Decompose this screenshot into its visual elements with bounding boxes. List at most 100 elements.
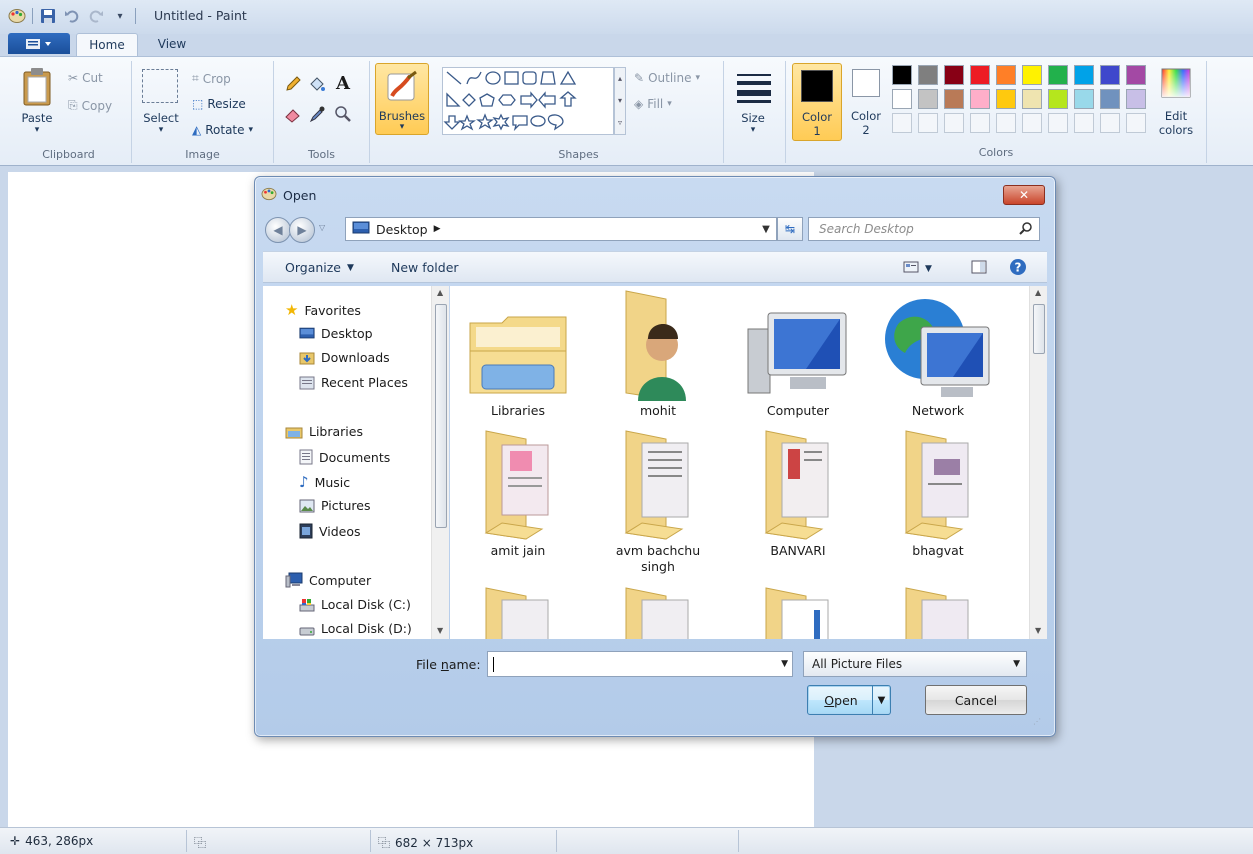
list-item[interactable]: Computer bbox=[742, 286, 854, 419]
nav-recent-places[interactable]: Recent Places bbox=[299, 375, 408, 390]
paint-menu-button[interactable] bbox=[8, 33, 70, 54]
custom-color-slot[interactable] bbox=[892, 113, 912, 133]
custom-color-slot[interactable] bbox=[996, 113, 1016, 133]
nav-videos[interactable]: Videos bbox=[299, 523, 361, 539]
tab-view[interactable]: View bbox=[146, 33, 198, 57]
scrollbar-thumb[interactable] bbox=[1033, 304, 1045, 354]
paste-dropdown-icon[interactable]: ▾ bbox=[32, 125, 42, 135]
cut-button[interactable]: ✂ Cut bbox=[68, 71, 103, 85]
list-item[interactable]: amit jain bbox=[462, 426, 574, 559]
color-swatch[interactable] bbox=[970, 89, 990, 109]
color-swatch[interactable] bbox=[944, 65, 964, 85]
nav-music[interactable]: ♪ Music bbox=[299, 473, 350, 491]
color-swatch[interactable] bbox=[1074, 89, 1094, 109]
address-bar[interactable]: Desktop ▶ bbox=[345, 217, 777, 241]
nav-favorites[interactable]: ★ Favorites bbox=[285, 301, 361, 319]
paste-button[interactable]: Paste bbox=[14, 111, 60, 125]
line-size-icon[interactable] bbox=[734, 69, 774, 105]
text-tool-icon[interactable]: A bbox=[332, 71, 354, 95]
list-item[interactable] bbox=[742, 586, 854, 639]
recent-locations-dropdown-icon[interactable]: ▽ bbox=[319, 223, 325, 232]
custom-color-slot[interactable] bbox=[970, 113, 990, 133]
select-dropdown-icon[interactable]: ▾ bbox=[156, 125, 166, 135]
list-item[interactable] bbox=[462, 586, 574, 639]
scrollbar-thumb[interactable] bbox=[435, 304, 447, 528]
color-picker-icon[interactable] bbox=[306, 103, 328, 125]
custom-color-slot[interactable] bbox=[1048, 113, 1068, 133]
list-item[interactable]: mohit bbox=[602, 286, 714, 419]
color-swatch[interactable] bbox=[1022, 65, 1042, 85]
new-folder-button[interactable]: New folder bbox=[391, 260, 459, 275]
color-swatch[interactable] bbox=[1074, 65, 1094, 85]
custom-color-slot[interactable] bbox=[1074, 113, 1094, 133]
select-icon[interactable] bbox=[142, 69, 178, 103]
nav-libraries[interactable]: Libraries bbox=[285, 424, 363, 439]
search-input[interactable]: Search Desktop bbox=[808, 217, 1040, 241]
scroll-down-icon[interactable]: ▼ bbox=[1035, 626, 1041, 635]
refresh-button[interactable]: ↹ bbox=[777, 217, 803, 241]
close-button[interactable]: ✕ bbox=[1003, 185, 1045, 205]
custom-color-slot[interactable] bbox=[944, 113, 964, 133]
breadcrumb-chevron-icon[interactable]: ▶ bbox=[434, 224, 441, 234]
color-swatch[interactable] bbox=[1126, 65, 1146, 85]
file-type-select[interactable]: All Picture Files ▼ bbox=[803, 651, 1027, 677]
select-button[interactable]: Select bbox=[138, 111, 184, 125]
pencil-icon[interactable] bbox=[282, 73, 304, 95]
color-swatch[interactable] bbox=[1100, 89, 1120, 109]
color-swatch[interactable] bbox=[918, 65, 938, 85]
scroll-up-icon[interactable]: ▲ bbox=[1035, 288, 1041, 297]
cancel-button[interactable]: Cancel bbox=[925, 685, 1027, 715]
color-swatch[interactable] bbox=[918, 89, 938, 109]
file-list-scrollbar[interactable]: ▲ ▼ bbox=[1029, 286, 1047, 639]
brushes-button[interactable]: Brushes ▾ bbox=[375, 63, 429, 135]
redo-icon[interactable] bbox=[87, 7, 105, 25]
color-swatch[interactable] bbox=[1100, 65, 1120, 85]
list-item[interactable] bbox=[602, 586, 714, 639]
address-dropdown-icon[interactable]: ▼ bbox=[755, 217, 777, 241]
magnifier-icon[interactable] bbox=[332, 103, 354, 125]
shapes-gallery[interactable] bbox=[442, 67, 614, 135]
forward-button[interactable]: ▶ bbox=[289, 217, 315, 243]
copy-button[interactable]: ⎘ Copy bbox=[68, 98, 112, 113]
undo-icon[interactable] bbox=[63, 7, 81, 25]
color-swatch[interactable] bbox=[1048, 89, 1068, 109]
tab-home[interactable]: Home bbox=[76, 33, 138, 57]
list-item[interactable]: avm bachchu singh bbox=[602, 426, 714, 575]
eraser-icon[interactable] bbox=[282, 103, 304, 125]
list-item[interactable]: Network bbox=[882, 286, 994, 419]
color-swatch[interactable] bbox=[970, 65, 990, 85]
organize-button[interactable]: Organize ▼ bbox=[285, 260, 354, 275]
edit-colors-button[interactable]: Edit colors bbox=[1154, 63, 1198, 143]
custom-color-slot[interactable] bbox=[1100, 113, 1120, 133]
list-item[interactable]: BANVARI bbox=[742, 426, 854, 559]
custom-color-slot[interactable] bbox=[918, 113, 938, 133]
color-swatch[interactable] bbox=[944, 89, 964, 109]
nav-desktop[interactable]: Desktop bbox=[299, 326, 373, 341]
paint-app-icon[interactable] bbox=[8, 7, 26, 25]
color-swatch[interactable] bbox=[1048, 65, 1068, 85]
help-button[interactable]: ? bbox=[1009, 258, 1027, 276]
customize-qat-icon[interactable]: ▾ bbox=[111, 7, 129, 25]
color2-button[interactable]: Color 2 bbox=[846, 63, 886, 141]
list-item[interactable] bbox=[882, 586, 994, 639]
search-icon[interactable] bbox=[1019, 221, 1033, 238]
size-dropdown-icon[interactable]: ▾ bbox=[748, 125, 758, 135]
change-view-button[interactable]: ▼ bbox=[903, 261, 932, 276]
file-name-input[interactable]: ▼ bbox=[487, 651, 793, 677]
color-swatch[interactable] bbox=[1022, 89, 1042, 109]
resize-grip-icon[interactable]: ⋰ bbox=[1033, 717, 1043, 727]
nav-downloads[interactable]: Downloads bbox=[299, 350, 390, 365]
color-swatch[interactable] bbox=[996, 89, 1016, 109]
paste-icon[interactable] bbox=[20, 65, 54, 109]
outline-button[interactable]: ✎ Outline ▾ bbox=[634, 71, 700, 85]
color-swatch[interactable] bbox=[892, 89, 912, 109]
color1-button[interactable]: Color 1 bbox=[792, 63, 842, 141]
shapes-gallery-scroll[interactable]: ▴ ▾ ▿ bbox=[614, 67, 626, 135]
nav-computer[interactable]: Computer bbox=[285, 572, 371, 588]
nav-local-disk-c[interactable]: Local Disk (C:) bbox=[299, 597, 411, 612]
resize-button[interactable]: ⬚ Resize bbox=[192, 97, 246, 111]
scroll-up-icon[interactable]: ▲ bbox=[437, 288, 443, 297]
open-split-dropdown-icon[interactable]: ▼ bbox=[872, 686, 890, 714]
rotate-button[interactable]: ◭ Rotate ▾ bbox=[192, 123, 253, 137]
back-button[interactable]: ◀ bbox=[265, 217, 291, 243]
